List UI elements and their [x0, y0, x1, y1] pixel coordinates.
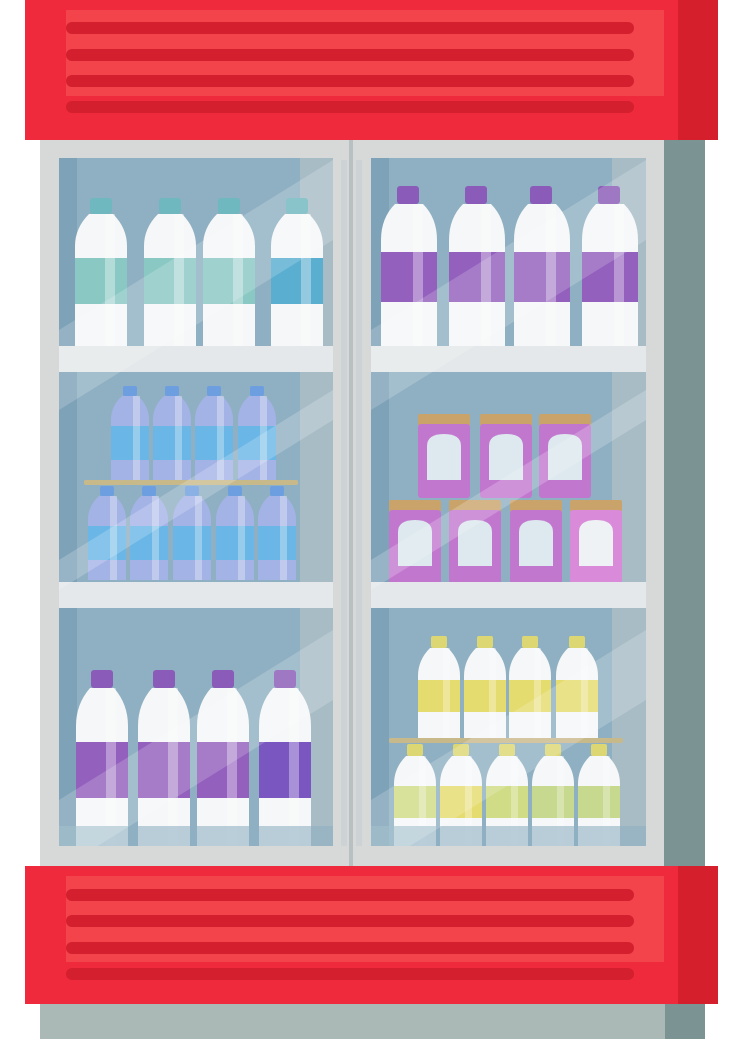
door-divider [349, 140, 353, 866]
vent-stripe [66, 22, 634, 34]
vent-stripe [66, 968, 634, 980]
shelf [371, 582, 646, 608]
fridge-illustration [25, 0, 718, 1039]
vent-stripe [66, 889, 634, 901]
vent-stripe [66, 915, 634, 927]
fridge-body-side [662, 138, 705, 868]
shelf [59, 582, 333, 608]
fridge-base-side [665, 1000, 705, 1039]
left-door-handle[interactable] [341, 160, 347, 846]
right-door-handle[interactable] [356, 160, 362, 846]
vent-stripe [66, 101, 634, 113]
vent-stripe [66, 75, 634, 87]
vent-stripe [66, 942, 634, 954]
left-door-contents [59, 160, 333, 846]
vent-stripe [66, 49, 634, 61]
bottom-vent-panel [25, 866, 718, 1004]
fridge-base [40, 1000, 666, 1039]
top-vent-panel [25, 0, 718, 140]
